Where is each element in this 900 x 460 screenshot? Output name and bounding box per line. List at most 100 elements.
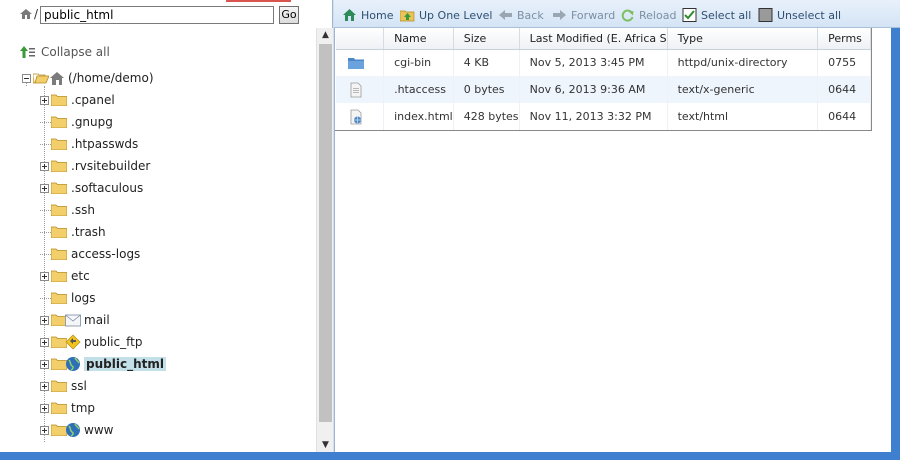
folder-icon <box>348 57 364 69</box>
expand-toggle[interactable] <box>40 95 49 105</box>
folder-icon <box>51 182 67 194</box>
expand-toggle[interactable] <box>40 337 49 347</box>
home-label: Home <box>361 8 394 22</box>
tree-item[interactable]: .cpanel <box>40 90 115 110</box>
icon-column-header[interactable] <box>336 28 385 50</box>
expand-toggle[interactable] <box>40 271 49 281</box>
folder-icon <box>51 292 67 304</box>
tree-item[interactable]: .softaculous <box>40 178 143 198</box>
tree-item[interactable]: .rvsitebuilder <box>40 156 150 176</box>
tree-item[interactable]: tmp <box>40 398 95 418</box>
up-folder-icon <box>400 10 415 22</box>
column-header-last-modified[interactable]: Last Modified (E. Africa S <box>519 28 668 50</box>
folder-icon <box>51 270 67 282</box>
scroll-up-arrow-icon[interactable]: ▲ <box>317 28 334 42</box>
expand-toggle[interactable] <box>40 183 49 193</box>
collapse-all-icon <box>20 46 35 58</box>
tree-item[interactable]: public_ftp <box>40 332 142 352</box>
scroll-thumb[interactable] <box>319 44 332 422</box>
tree-item[interactable]: .gnupg <box>40 112 113 132</box>
folder-icon <box>51 402 67 414</box>
file-perms[interactable]: 0644 <box>817 76 871 103</box>
toolbar: Home Up One Level Back Forward Reload Se… <box>334 0 900 28</box>
file-type: text/x-generic <box>667 76 819 103</box>
tree-item[interactable]: .ssh <box>40 200 95 220</box>
forward-button[interactable]: Forward <box>552 7 615 23</box>
tree-item[interactable]: logs <box>40 288 96 308</box>
home-icon[interactable] <box>19 8 33 20</box>
tree-item-label: public_ftp <box>84 335 143 349</box>
file-name[interactable]: .htaccess <box>383 76 454 103</box>
table-row[interactable]: index.html 428 bytes Nov 11, 2013 3:32 P… <box>336 103 871 130</box>
expand-toggle[interactable] <box>40 359 49 369</box>
file-size: 0 bytes <box>453 76 520 103</box>
column-header-perms[interactable]: Perms <box>817 28 871 50</box>
file-size: 4 KB <box>453 49 520 76</box>
tree-connector <box>40 202 51 211</box>
collapse-all-link[interactable]: Collapse all <box>20 44 110 60</box>
tree-scrollbar[interactable]: ▲ ▼ <box>316 28 333 452</box>
ftp-warning-icon <box>65 334 81 350</box>
path-bar: / Go <box>0 0 316 30</box>
back-button[interactable]: Back <box>498 7 544 23</box>
tree-connector <box>40 114 51 123</box>
folder-icon <box>51 226 67 238</box>
column-header-size[interactable]: Size <box>453 28 520 50</box>
tree-item[interactable]: mail <box>40 310 110 330</box>
expand-toggle[interactable] <box>40 315 49 325</box>
column-header-type[interactable]: Type <box>667 28 819 50</box>
select-all-button[interactable]: Select all <box>682 7 751 23</box>
file-icon-cell <box>336 76 385 103</box>
reload-button[interactable]: Reload <box>620 7 676 23</box>
file-list-area: Name Size Last Modified (E. Africa S Typ… <box>334 28 892 452</box>
reload-icon <box>621 9 634 22</box>
html-file-icon <box>350 109 362 124</box>
file-name[interactable]: index.html <box>383 103 454 130</box>
file-icon-cell <box>336 49 385 76</box>
window-frame-right <box>891 28 900 452</box>
tree-connector <box>40 246 51 255</box>
collapse-all-label: Collapse all <box>41 45 110 59</box>
folder-icon <box>51 94 67 106</box>
unselect-all-button[interactable]: Unselect all <box>758 7 841 23</box>
tree-item-label: public_html <box>84 357 166 371</box>
globe-icon <box>66 357 80 371</box>
tree-item-label: mail <box>84 313 110 327</box>
expand-toggle[interactable] <box>40 161 49 171</box>
reload-label: Reload <box>639 8 677 22</box>
home-icon <box>50 72 64 85</box>
up-one-level-button[interactable]: Up One Level <box>400 7 492 23</box>
tree-item[interactable]: access-logs <box>40 244 140 264</box>
tree-item-label: .rvsitebuilder <box>71 159 151 173</box>
scroll-down-arrow-icon[interactable]: ▼ <box>317 438 334 452</box>
tree-item[interactable]: etc <box>40 266 90 286</box>
folder-icon <box>51 116 67 128</box>
collapse-toggle[interactable] <box>22 73 31 83</box>
expand-toggle[interactable] <box>40 381 49 391</box>
tree-item[interactable]: public_html <box>40 354 166 374</box>
column-header-name[interactable]: Name <box>383 28 454 50</box>
tree-item[interactable]: ssl <box>40 376 87 396</box>
tree-item-label: www <box>84 423 114 437</box>
file-perms[interactable]: 0755 <box>817 49 871 76</box>
tree-item[interactable]: www <box>40 420 113 440</box>
tree-item-label: .trash <box>71 225 106 239</box>
expand-toggle[interactable] <box>40 403 49 413</box>
file-modified: Nov 11, 2013 3:32 PM <box>519 103 668 130</box>
text-file-icon <box>350 82 362 97</box>
tree-item[interactable]: .trash <box>40 222 106 242</box>
table-row[interactable]: cgi-bin 4 KB Nov 5, 2013 3:45 PM httpd/u… <box>336 49 871 76</box>
home-button[interactable]: Home <box>342 7 393 23</box>
file-name[interactable]: cgi-bin <box>383 49 454 76</box>
expand-toggle[interactable] <box>40 425 49 435</box>
tree-item[interactable]: .htpasswds <box>40 134 138 154</box>
table-row[interactable]: .htaccess 0 bytes Nov 6, 2013 9:36 AM te… <box>336 76 871 103</box>
folder-icon <box>51 204 67 216</box>
go-button[interactable]: Go <box>279 6 299 24</box>
tree-item-label: access-logs <box>71 247 141 261</box>
file-icon-cell <box>336 103 385 130</box>
file-perms[interactable]: 0644 <box>817 103 871 130</box>
tree-root[interactable]: (/home/demo) <box>22 68 154 88</box>
tree-item-label: .softaculous <box>71 181 144 195</box>
path-input[interactable] <box>40 6 274 24</box>
